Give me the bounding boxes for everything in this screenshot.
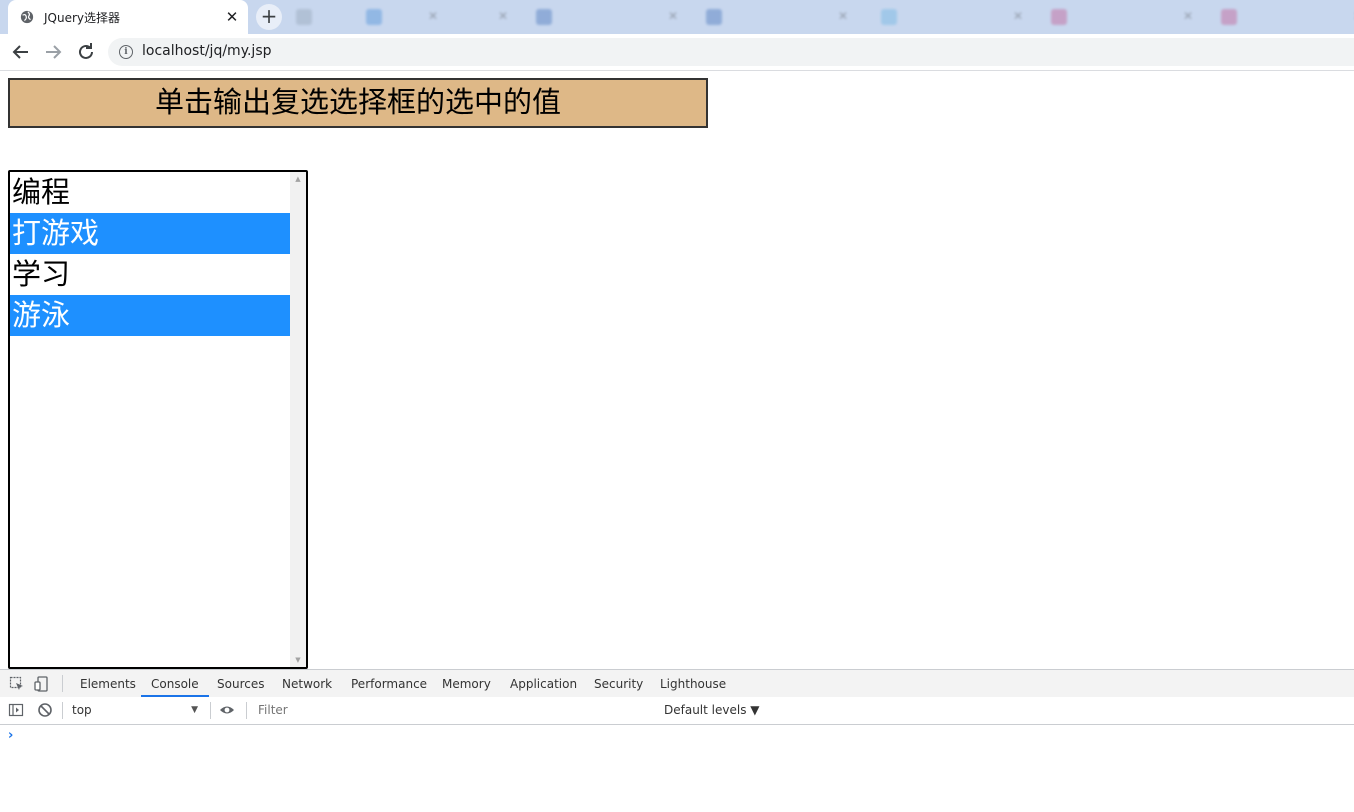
- close-tab-icon[interactable]: ✕: [838, 9, 848, 23]
- devtools-tab-sources[interactable]: Sources: [207, 670, 274, 697]
- inspect-element-icon[interactable]: [9, 676, 25, 692]
- scroll-up-icon[interactable]: ▲: [290, 173, 306, 185]
- listbox-option[interactable]: 打游戏: [10, 213, 290, 254]
- devtools-panel: Elements Console Sources Network Performance…: [0, 669, 1354, 812]
- reload-button[interactable]: [74, 40, 98, 64]
- devtools-tab-elements[interactable]: Elements: [70, 670, 146, 697]
- js-context-select[interactable]: top ▼: [64, 701, 204, 719]
- tab-favicon-icon: [706, 9, 722, 25]
- background-tab[interactable]: ✕: [1215, 6, 1354, 28]
- new-tab-button[interactable]: +: [256, 4, 282, 30]
- console-filter-input[interactable]: [252, 701, 654, 719]
- listbox-option[interactable]: 游泳: [10, 295, 290, 336]
- tab-favicon-icon: [881, 9, 897, 25]
- devtools-tab-memory[interactable]: Memory: [432, 670, 501, 697]
- background-tab[interactable]: ✕: [530, 6, 686, 28]
- listbox-scrollbar[interactable]: ▲ ▼: [290, 172, 306, 667]
- tab-favicon-icon: [1051, 9, 1067, 25]
- console-filter-bar: top ▼ Default levels ▼: [0, 697, 1354, 725]
- background-tab[interactable]: ✕: [875, 6, 1031, 28]
- tab-favicon-icon: [366, 9, 382, 25]
- listbox-option[interactable]: 学习: [10, 254, 290, 295]
- active-tab-title: JQuery选择器: [44, 11, 121, 25]
- devtools-tab-security[interactable]: Security: [584, 670, 653, 697]
- close-tab-icon[interactable]: ✕: [1183, 9, 1193, 23]
- log-levels-dropdown[interactable]: Default levels ▼: [664, 701, 760, 719]
- js-context-value: top: [72, 703, 92, 717]
- multi-select-listbox[interactable]: 编程 打游戏 学习 游泳 ▲ ▼: [8, 170, 308, 669]
- sidebar-toggle-icon[interactable]: [8, 702, 24, 718]
- arrow-left-icon: [12, 45, 28, 59]
- forward-button[interactable]: [41, 40, 65, 64]
- background-tab[interactable]: ✕: [1045, 6, 1201, 28]
- close-tab-icon[interactable]: ✕: [222, 7, 242, 27]
- tab-favicon-icon: [536, 9, 552, 25]
- caret-down-icon: ▼: [191, 705, 198, 715]
- url-text[interactable]: localhost/jq/my.jsp: [142, 43, 272, 59]
- listbox-option[interactable]: 编程: [10, 172, 290, 213]
- address-bar[interactable]: i localhost/jq/my.jsp: [108, 38, 1354, 66]
- back-button[interactable]: [9, 40, 33, 64]
- browser-tab-strip: JQuery选择器 ✕ + ✕ ✕ ✕ ✕ ✕ ✕ ✕: [0, 0, 1354, 34]
- output-selected-button[interactable]: 单击输出复选选择框的选中的值: [8, 78, 708, 128]
- devtools-tab-performance[interactable]: Performance: [341, 670, 437, 697]
- tab-favicon-icon: [296, 9, 312, 25]
- background-tab[interactable]: ✕: [360, 6, 516, 28]
- devtools-tabbar: Elements Console Sources Network Performance…: [0, 670, 1354, 698]
- eye-icon[interactable]: [219, 702, 235, 718]
- tab-favicon-icon: [1221, 9, 1237, 25]
- close-tab-icon[interactable]: ✕: [498, 9, 508, 23]
- devtools-tab-application[interactable]: Application: [500, 670, 587, 697]
- active-tab[interactable]: JQuery选择器 ✕: [8, 0, 248, 34]
- clear-console-icon[interactable]: [37, 702, 53, 718]
- devtools-separator: [246, 702, 247, 719]
- devtools-tab-console[interactable]: Console: [141, 670, 209, 697]
- scroll-down-icon[interactable]: ▼: [290, 654, 306, 666]
- devtools-separator: [62, 675, 63, 692]
- device-toolbar-icon[interactable]: [34, 676, 50, 692]
- devtools-separator: [210, 702, 211, 719]
- close-tab-icon[interactable]: ✕: [668, 9, 678, 23]
- globe-icon: [20, 10, 34, 24]
- reload-icon: [79, 43, 93, 59]
- devtools-separator: [62, 702, 63, 719]
- browser-toolbar: i localhost/jq/my.jsp: [0, 34, 1354, 71]
- close-tab-icon[interactable]: ✕: [1013, 9, 1023, 23]
- devtools-tab-network[interactable]: Network: [272, 670, 342, 697]
- background-tab[interactable]: ✕: [700, 6, 856, 28]
- info-icon[interactable]: i: [119, 45, 133, 59]
- console-prompt-icon[interactable]: ›: [8, 728, 13, 743]
- devtools-tab-lighthouse[interactable]: Lighthouse: [650, 670, 736, 697]
- arrow-right-icon: [46, 45, 62, 59]
